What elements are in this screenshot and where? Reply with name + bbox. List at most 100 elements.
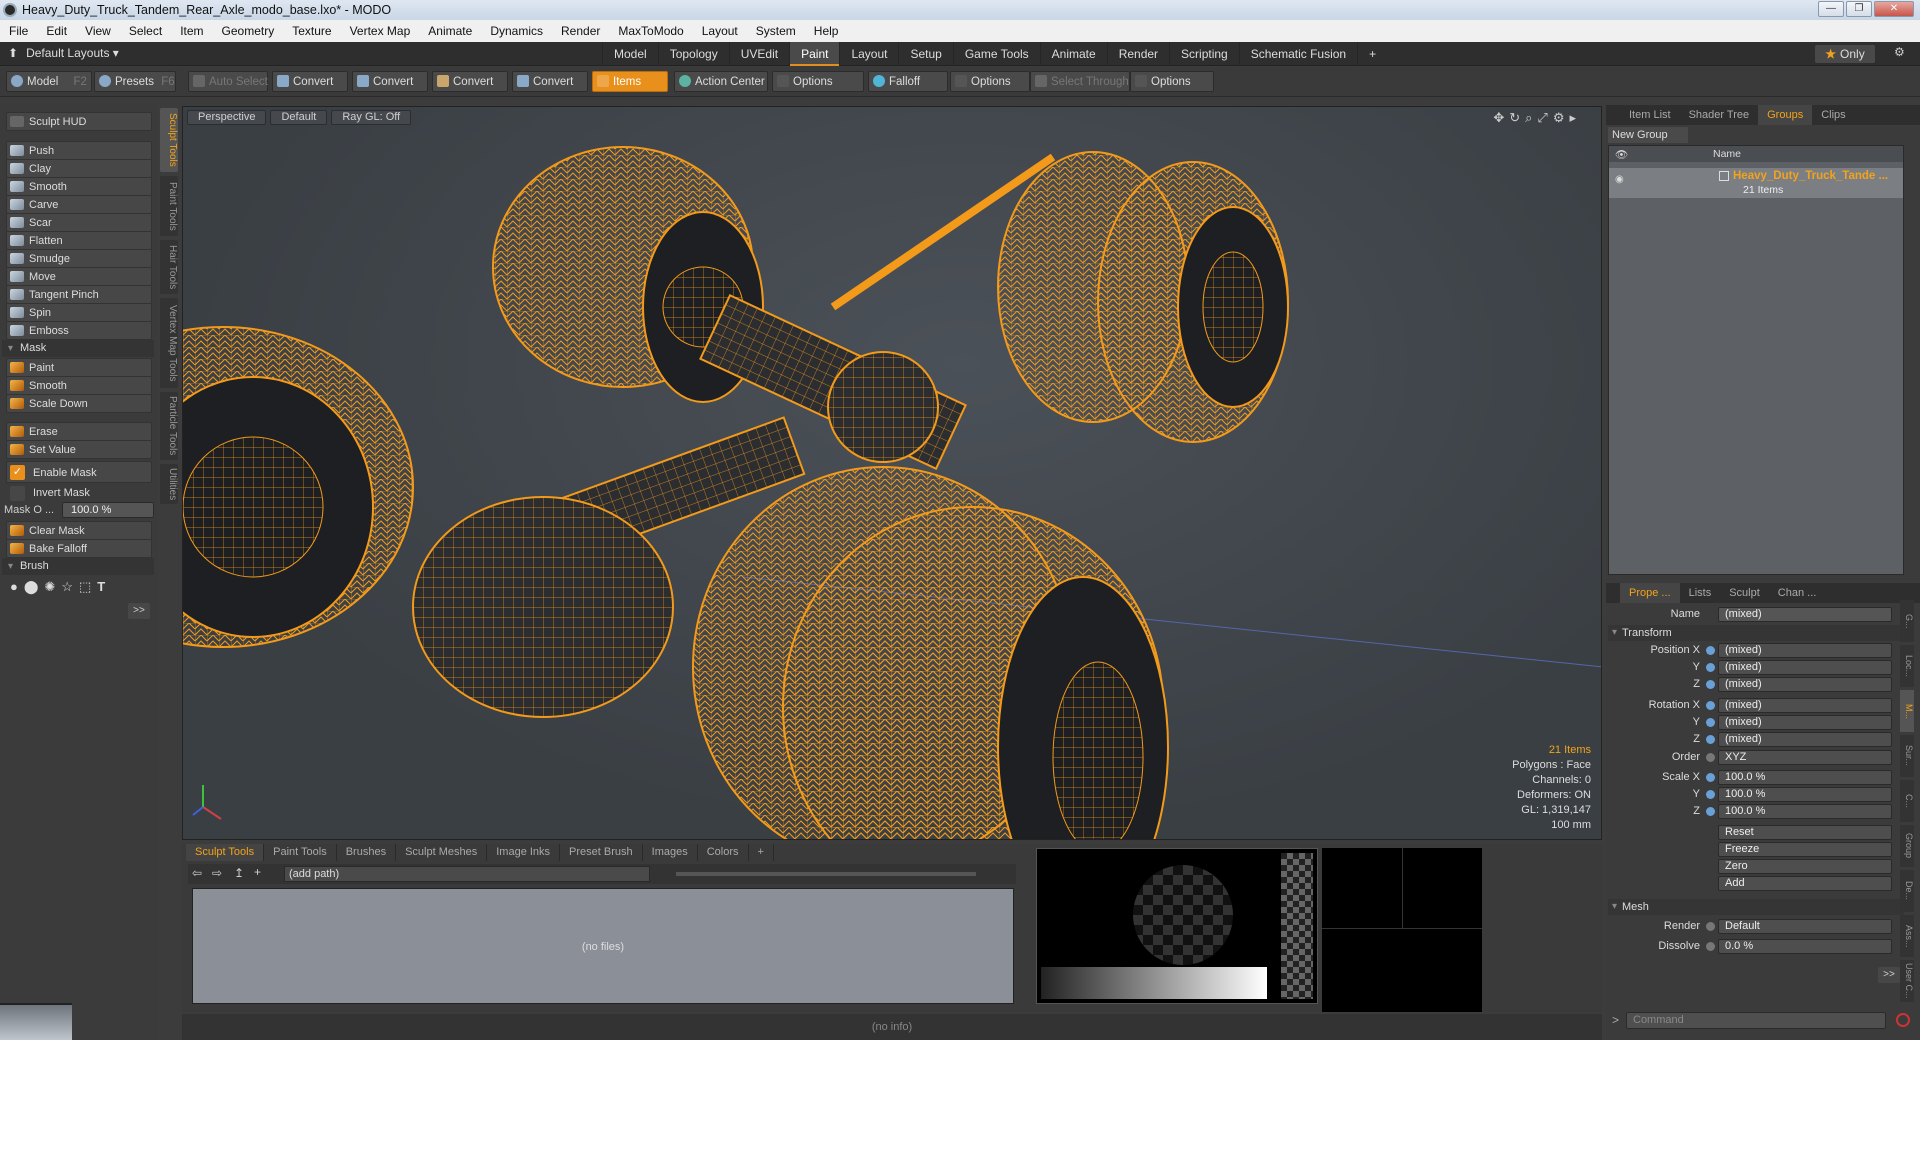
convert-polygons-button[interactable]: Convert: [432, 71, 508, 92]
position-x-field[interactable]: (mixed): [1718, 643, 1892, 658]
sidetab-1[interactable]: G...: [1900, 600, 1914, 642]
tool-spin[interactable]: Spin: [6, 303, 152, 322]
add-path-icon[interactable]: +: [254, 865, 261, 879]
vtab-vertex-map-tools[interactable]: Vertex Map Tools: [160, 298, 178, 388]
add-tab-icon[interactable]: +: [749, 844, 774, 861]
3d-viewport[interactable]: Perspective Default Ray GL: Off ✥↻⌕⤢⚙▸ 2…: [182, 106, 1602, 840]
text-brush-icon[interactable]: T: [97, 577, 105, 597]
gear-icon[interactable]: ⚙: [1894, 45, 1905, 59]
splat-brush-icon[interactable]: ✺: [44, 577, 55, 597]
zero-dropdown[interactable]: Zero: [1718, 859, 1892, 874]
tool-clay[interactable]: Clay: [6, 159, 152, 178]
mask-scale-down-button[interactable]: Scale Down: [6, 394, 152, 413]
menu-geometry[interactable]: Geometry: [213, 24, 284, 38]
action-center-button[interactable]: Action Center: [674, 71, 768, 92]
tab-item-list[interactable]: Item List: [1620, 105, 1680, 125]
tab-game-tools[interactable]: Game Tools: [952, 42, 1040, 66]
channel-dot-icon[interactable]: [1706, 718, 1715, 727]
viewport-menu-icon[interactable]: ▸: [1569, 110, 1581, 125]
maximize-button[interactable]: ❐: [1846, 1, 1872, 17]
clear-mask-button[interactable]: Clear Mask: [6, 521, 152, 540]
tool-smooth[interactable]: Smooth: [6, 177, 152, 196]
tab-uvedit[interactable]: UVEdit: [728, 42, 789, 66]
sidetab-3[interactable]: M...: [1900, 690, 1914, 732]
sidetab-8[interactable]: Ass...: [1900, 915, 1914, 957]
btab-images[interactable]: Images: [643, 844, 698, 861]
sidetab-5[interactable]: C...: [1900, 780, 1914, 822]
position-y-field[interactable]: (mixed): [1718, 660, 1892, 675]
btab-image-inks[interactable]: Image Inks: [487, 844, 561, 861]
vtab-sculpt-tools[interactable]: Sculpt Tools: [160, 108, 178, 172]
select-through-button[interactable]: Select Through: [1030, 71, 1130, 92]
scale-y-field[interactable]: 100.0 %: [1718, 787, 1892, 802]
menu-item[interactable]: Item: [171, 24, 212, 38]
pan-icon[interactable]: ✥: [1493, 110, 1509, 125]
scale-z-field[interactable]: 100.0 %: [1718, 804, 1892, 819]
raygl-toggle[interactable]: Ray GL: Off: [331, 110, 412, 125]
falloff-options-button[interactable]: Options: [950, 71, 1030, 92]
minimize-button[interactable]: —: [1818, 1, 1844, 17]
channel-dot-icon[interactable]: [1706, 646, 1715, 655]
items-mode-button[interactable]: Items: [592, 71, 668, 92]
tab-model[interactable]: Model: [602, 42, 658, 66]
menu-view[interactable]: View: [76, 24, 120, 38]
menu-maxtomodo[interactable]: MaxToModo: [609, 24, 692, 38]
menu-help[interactable]: Help: [805, 24, 848, 38]
default-layouts-dropdown[interactable]: ⬆ Default Layouts ▾: [8, 46, 119, 60]
sidetab-7[interactable]: De...: [1900, 870, 1914, 912]
tool-flatten[interactable]: Flatten: [6, 231, 152, 250]
set-value-button[interactable]: Set Value: [6, 440, 152, 459]
enable-mask-checkbox[interactable]: ✓ Enable Mask: [6, 461, 152, 483]
name-column-header[interactable]: Name: [1713, 148, 1741, 160]
add-tab-icon[interactable]: +: [1357, 42, 1387, 66]
menu-animate[interactable]: Animate: [419, 24, 481, 38]
new-group-button[interactable]: New Group: [1608, 127, 1688, 143]
bake-falloff-button[interactable]: Bake Falloff: [6, 539, 152, 558]
erase-button[interactable]: Erase: [6, 422, 152, 441]
channel-dot-icon[interactable]: [1706, 753, 1715, 762]
viewport-settings-icon[interactable]: ⚙: [1553, 110, 1570, 125]
sidetab-9[interactable]: User C...: [1900, 960, 1914, 1002]
brush-more-button[interactable]: >>: [128, 603, 150, 619]
tab-shader-tree[interactable]: Shader Tree: [1680, 105, 1759, 125]
select-through-options-button[interactable]: Options: [1130, 71, 1214, 92]
tool-push[interactable]: Push: [6, 141, 152, 160]
btab-brushes[interactable]: Brushes: [337, 844, 397, 861]
btab-sculpt-tools[interactable]: Sculpt Tools: [186, 844, 265, 861]
tab-layout[interactable]: Layout: [839, 42, 898, 66]
path-dropdown[interactable]: (add path): [284, 866, 650, 882]
sculpt-hud-button[interactable]: Sculpt HUD: [6, 112, 152, 131]
scale-x-field[interactable]: 100.0 %: [1718, 770, 1892, 785]
menu-layout[interactable]: Layout: [693, 24, 747, 38]
channel-dot-icon[interactable]: [1706, 807, 1715, 816]
tab-render[interactable]: Render: [1106, 42, 1169, 66]
order-dropdown[interactable]: XYZ: [1718, 750, 1892, 765]
freeze-dropdown[interactable]: Freeze: [1718, 842, 1892, 857]
solid-brush-icon[interactable]: ⬤: [24, 577, 39, 597]
tab-groups[interactable]: Groups: [1758, 105, 1813, 125]
tab-properties[interactable]: Prope ...: [1620, 583, 1680, 603]
dissolve-field[interactable]: 0.0 %: [1718, 939, 1892, 954]
tab-setup[interactable]: Setup: [898, 42, 952, 66]
auto-select-button[interactable]: Auto Select: [188, 71, 268, 92]
mask-section[interactable]: Mask: [2, 340, 154, 357]
btab-sculpt-meshes[interactable]: Sculpt Meshes: [396, 844, 488, 861]
back-icon[interactable]: ⇦: [192, 866, 202, 880]
tool-tangent-pinch[interactable]: Tangent Pinch: [6, 285, 152, 304]
channel-dot-icon[interactable]: [1706, 773, 1715, 782]
menu-vertex-map[interactable]: Vertex Map: [341, 24, 420, 38]
sidetab-4[interactable]: Sur...: [1900, 735, 1914, 777]
dotted-brush-icon[interactable]: ⬚: [79, 577, 91, 597]
reset-dropdown[interactable]: Reset: [1718, 825, 1892, 840]
menu-texture[interactable]: Texture: [283, 24, 340, 38]
eye-icon[interactable]: ◉: [1615, 174, 1624, 185]
menu-render[interactable]: Render: [552, 24, 609, 38]
rotation-y-field[interactable]: (mixed): [1718, 715, 1892, 730]
vtab-hair-tools[interactable]: Hair Tools: [160, 240, 178, 294]
close-button[interactable]: ✕: [1874, 1, 1914, 17]
tab-channels[interactable]: Chan ...: [1769, 583, 1826, 603]
view-type-dropdown[interactable]: Perspective: [187, 110, 267, 125]
tab-lists[interactable]: Lists: [1680, 583, 1721, 603]
tab-paint[interactable]: Paint: [789, 42, 840, 66]
maximize-icon[interactable]: ⤢: [1537, 110, 1552, 125]
